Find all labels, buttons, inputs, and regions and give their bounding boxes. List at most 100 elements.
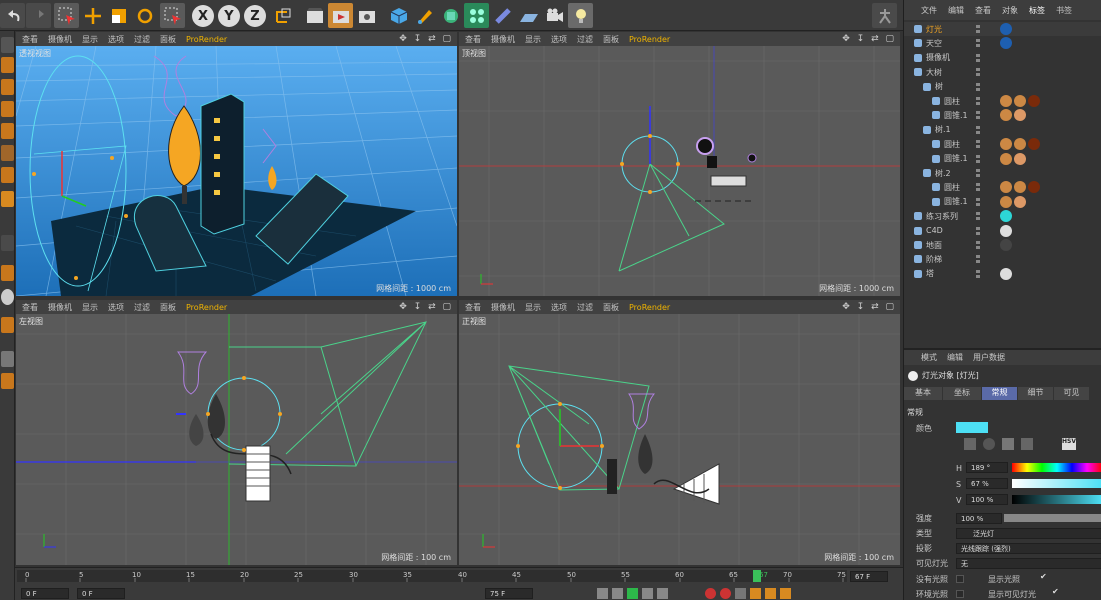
vp-menu-filter[interactable]: 过滤: [577, 302, 593, 313]
visibility-dots[interactable]: [976, 255, 980, 264]
solo-icon[interactable]: [1, 289, 14, 305]
vp-menu-cameras[interactable]: 摄像机: [48, 34, 72, 45]
y-axis-toggle[interactable]: Y: [218, 5, 240, 27]
object-name[interactable]: 大树: [926, 67, 942, 78]
show-illumination-checkbox[interactable]: ✔: [1040, 572, 1047, 581]
material-tag-icon[interactable]: [1000, 109, 1012, 122]
object-row[interactable]: C4D: [904, 224, 1101, 238]
visibility-dots[interactable]: [976, 125, 980, 134]
vp-menu-display[interactable]: 显示: [525, 34, 541, 45]
cloner-icon[interactable]: [464, 3, 489, 28]
rotation-key-icon[interactable]: [780, 588, 791, 599]
object-row[interactable]: 地面: [904, 238, 1101, 252]
vp-menu-panel[interactable]: 面板: [603, 302, 619, 313]
viewport-nav-icons[interactable]: ✥ ↧ ⇄ ▢: [842, 34, 896, 44]
object-row[interactable]: 练习系列: [904, 209, 1101, 223]
object-name[interactable]: 圆柱: [944, 182, 960, 193]
object-row[interactable]: 圆锥.1: [904, 195, 1101, 209]
make-editable-icon[interactable]: [1, 37, 14, 53]
material-tag-icon[interactable]: [1000, 267, 1012, 280]
max-frame-field[interactable]: 75 F: [485, 588, 533, 599]
material-tag-icon[interactable]: [1000, 239, 1012, 251]
object-name[interactable]: 灯光: [926, 24, 942, 35]
v-field[interactable]: 100 %: [966, 494, 1008, 505]
light-tool-icon[interactable]: [568, 3, 593, 28]
visibility-dots[interactable]: [976, 68, 980, 77]
start-frame-field[interactable]: 0 F: [21, 588, 69, 599]
object-name[interactable]: 阶梯: [926, 254, 942, 265]
tweak-mode-icon[interactable]: [1, 235, 14, 251]
vp-menu-options[interactable]: 选项: [108, 34, 124, 45]
front-viewport[interactable]: 查看 摄像机 显示 选项 过滤 面板 ProRender ✥ ↧ ⇄ ▢ 正视图 网格间距 …: [459, 300, 900, 565]
polygons-mode-icon[interactable]: [1, 167, 14, 183]
object-row[interactable]: 塔: [904, 267, 1101, 281]
s-field[interactable]: 67 %: [966, 478, 1008, 489]
visibility-dots[interactable]: [976, 53, 980, 62]
object-row[interactable]: 圆柱: [904, 180, 1101, 194]
object-name[interactable]: C4D: [926, 226, 943, 235]
om-menu-bookmarks[interactable]: 书签: [1056, 5, 1072, 16]
ambient-checkbox[interactable]: [956, 590, 964, 598]
viewport-nav-icons[interactable]: ✥ ↧ ⇄ ▢: [399, 34, 453, 44]
object-row[interactable]: 摄像机: [904, 51, 1101, 65]
position-key-icon[interactable]: [750, 588, 761, 599]
axis-mode-icon[interactable]: [1, 191, 14, 207]
visibility-dots[interactable]: [976, 111, 980, 120]
object-name[interactable]: 树.1: [935, 124, 951, 135]
visibility-dots[interactable]: [976, 169, 980, 177]
color-spectrum-icon[interactable]: [983, 438, 995, 450]
sculpt-icon[interactable]: [1, 373, 14, 389]
left-viewport[interactable]: 查看 摄像机 显示 选项 过滤 面板 ProRender ✥ ↧ ⇄ ▢ 左视图 网格间距 …: [16, 300, 457, 565]
visibility-dots[interactable]: [976, 97, 980, 105]
render-view-icon[interactable]: [302, 3, 327, 28]
om-menu-edit[interactable]: 编辑: [948, 5, 964, 16]
vp-menu-view[interactable]: 查看: [465, 302, 481, 313]
object-row[interactable]: 树.2: [904, 166, 1101, 180]
object-name[interactable]: 圆锥.1: [944, 196, 968, 207]
object-name[interactable]: 塔: [926, 268, 934, 279]
vp-menu-filter[interactable]: 过滤: [134, 34, 150, 45]
last-frame-icon[interactable]: [657, 588, 668, 599]
attr-menu-userdata[interactable]: 用户数据: [973, 352, 1005, 363]
vp-menu-filter[interactable]: 过滤: [577, 34, 593, 45]
vp-menu-prorender[interactable]: ProRender: [186, 35, 227, 44]
saturation-slider[interactable]: [1012, 479, 1101, 488]
timeline[interactable]: 0 5 10 15 20 25 30 35 40 45 50 55 60 65 …: [15, 567, 903, 600]
visibility-dots[interactable]: [976, 183, 980, 192]
vp-menu-panel[interactable]: 面板: [160, 34, 176, 45]
object-row[interactable]: 灯光: [904, 22, 1101, 36]
floor-icon[interactable]: [516, 3, 541, 28]
points-mode-icon[interactable]: [1, 123, 14, 139]
material-tag-icon[interactable]: [1014, 152, 1026, 165]
pen-icon[interactable]: [412, 3, 437, 28]
vp-menu-display[interactable]: 显示: [82, 34, 98, 45]
scale-tool-icon[interactable]: [106, 3, 131, 28]
vp-menu-panel[interactable]: 面板: [603, 34, 619, 45]
vp-menu-display[interactable]: 显示: [525, 302, 541, 313]
texture-mode-icon[interactable]: [1, 79, 14, 95]
render-picture-viewer-icon[interactable]: [328, 3, 353, 28]
visibility-dots[interactable]: [976, 269, 980, 278]
vp-menu-view[interactable]: 查看: [22, 302, 38, 313]
color-swatches-icon[interactable]: [1021, 438, 1033, 450]
type-dropdown[interactable]: 泛光灯: [956, 528, 1101, 539]
visibility-dots[interactable]: [976, 226, 980, 235]
subdivision-surface-icon[interactable]: [438, 3, 463, 28]
z-axis-toggle[interactable]: Z: [244, 5, 266, 27]
edges-mode-icon[interactable]: [1, 145, 14, 161]
vp-menu-prorender[interactable]: ProRender: [629, 35, 670, 44]
vp-menu-panel[interactable]: 面板: [160, 302, 176, 313]
material-tag-icon[interactable]: [1028, 95, 1040, 107]
material-tag-icon[interactable]: [1014, 109, 1026, 122]
tab-basic[interactable]: 基本: [904, 387, 942, 400]
vp-menu-view[interactable]: 查看: [465, 34, 481, 45]
model-mode-icon[interactable]: [1, 57, 14, 73]
visibility-dots[interactable]: [976, 82, 980, 91]
object-name[interactable]: 树: [935, 81, 943, 92]
keyframe-selection-icon[interactable]: [735, 588, 746, 599]
render-settings-icon[interactable]: [354, 3, 379, 28]
color-image-icon[interactable]: [1002, 438, 1014, 450]
viewport-nav-icons[interactable]: ✥ ↧ ⇄ ▢: [399, 302, 453, 312]
record-icon[interactable]: [705, 588, 716, 599]
visibility-dots[interactable]: [976, 39, 980, 48]
